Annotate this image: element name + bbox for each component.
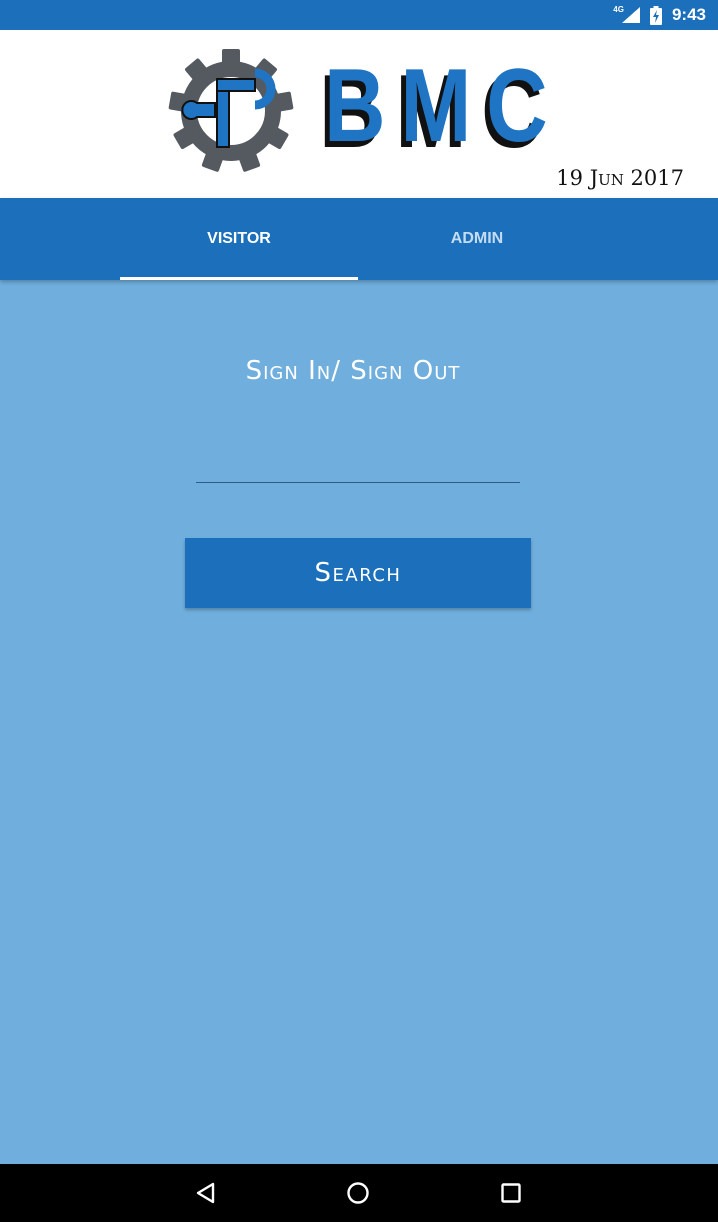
clock: 9:43 — [671, 5, 706, 24]
tab-bar: VISITOR ADMIN — [0, 198, 718, 280]
app-header: BMC 19 Jun 2017 — [0, 30, 718, 198]
tab-admin[interactable]: ADMIN — [358, 198, 596, 280]
status-bar: 4G 9:43 — [0, 0, 718, 30]
tab-visitor[interactable]: VISITOR — [120, 198, 358, 280]
page-title: Sign In/ Sign Out — [245, 356, 461, 386]
home-icon[interactable] — [343, 1178, 373, 1208]
network-type-label: 4G — [613, 4, 624, 14]
system-nav-bar — [0, 1164, 718, 1222]
status-icons: 4G 9:43 — [613, 0, 706, 30]
app-screen: 4G 9:43 BMC 19 Jun 2017 VISITOR ADMIN Si… — [0, 0, 718, 1222]
signal-icon — [621, 7, 640, 23]
search-button[interactable]: Search — [185, 538, 531, 608]
search-input[interactable] — [196, 442, 520, 483]
gear-wrench-icon — [168, 49, 294, 172]
brand-title: BMC — [324, 48, 563, 164]
back-icon[interactable] — [191, 1178, 221, 1208]
current-date: 19 Jun 2017 — [556, 166, 684, 190]
visitor-panel: Sign In/ Sign Out Search — [0, 280, 718, 1164]
battery-charging-icon — [649, 5, 662, 25]
recents-icon[interactable] — [496, 1178, 526, 1208]
